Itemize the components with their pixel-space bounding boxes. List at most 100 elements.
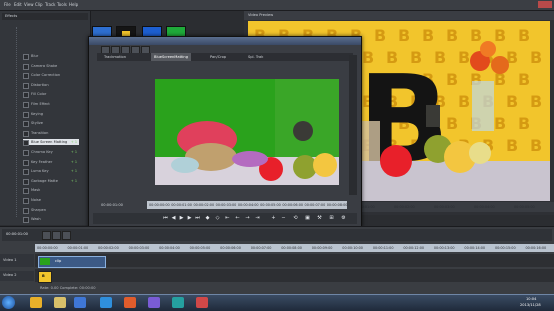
menu-help[interactable]: Help — [69, 2, 78, 8]
app3-icon[interactable] — [172, 297, 184, 308]
effect-item[interactable]: Keying — [23, 111, 79, 118]
go-end-icon[interactable]: ⏭ — [195, 215, 200, 221]
effect-item[interactable]: Mask — [23, 187, 79, 195]
tab-spl-trak[interactable]: Spl. Trak — [245, 53, 266, 61]
expand-icon[interactable] — [23, 121, 29, 128]
effect-window-scrollbar[interactable] — [349, 55, 357, 195]
snap-icon[interactable]: ⊞ — [329, 215, 334, 221]
preview-timebar-label: 00:00:03:00 — [434, 205, 455, 209]
effect-item-label: Distortion — [31, 82, 49, 87]
expand-icon[interactable] — [23, 178, 29, 185]
keyframe-remove-icon[interactable]: ◇ — [215, 215, 220, 221]
effect-keyframe-ruler[interactable]: 00:00:00:00 00:00:01:00 00:00:02:00 00:00:0… — [147, 201, 347, 209]
effect-item[interactable]: Transition — [23, 130, 79, 137]
expand-icon[interactable] — [23, 130, 29, 137]
expand-icon[interactable] — [23, 140, 29, 147]
close-icon[interactable] — [538, 1, 552, 8]
expand-icon[interactable] — [23, 111, 29, 118]
tab-pan-crop[interactable]: Pan/Crop — [207, 53, 229, 61]
video-track-1[interactable] — [35, 254, 554, 267]
last-key-icon[interactable]: ⇥ — [255, 215, 260, 221]
expand-icon[interactable] — [23, 82, 29, 89]
start-button[interactable] — [2, 296, 15, 309]
menu-tools[interactable]: Tools — [57, 2, 67, 8]
zoom-out-icon[interactable]: − — [281, 215, 286, 221]
expand-icon[interactable] — [23, 159, 29, 166]
next-key-icon[interactable]: → — [245, 215, 250, 221]
lock-icon[interactable]: ▣ — [305, 215, 310, 221]
timeline-ruler[interactable]: 00:00:00:00 00:00:01:00 00:00:02:00 00:00:0… — [35, 244, 554, 252]
first-key-icon[interactable]: ⇤ — [225, 215, 230, 221]
zoom-in-icon[interactable]: + — [271, 215, 276, 221]
next-frame-icon[interactable]: ▶ — [187, 215, 192, 221]
effect-item[interactable]: Sharpen — [23, 207, 79, 214]
settings-icon[interactable]: ⚙ — [341, 215, 346, 221]
effect-item-label: Chroma Key — [31, 150, 53, 154]
timeline-ruler-label: 00:00:09:00 — [311, 246, 333, 250]
expand-icon[interactable] — [23, 169, 29, 176]
svg-text:B: B — [470, 26, 482, 45]
media-player-icon[interactable] — [74, 297, 86, 308]
effect-item[interactable]: Blue Screen Matting + 1 — [23, 139, 79, 147]
effect-item[interactable]: Garbage Matte + 1 — [23, 178, 79, 185]
track2-label: Video 2 — [3, 273, 17, 277]
expand-icon[interactable] — [23, 198, 29, 204]
folder-icon[interactable] — [54, 297, 66, 308]
effect-item[interactable]: Blur — [23, 53, 79, 60]
tab-trackmotion[interactable]: Trackmotion — [101, 53, 129, 61]
timeline-ruler-label: 00:00:10:00 — [342, 246, 363, 250]
selection-tool-icon[interactable] — [62, 231, 71, 240]
effect-item[interactable]: Wash — [23, 216, 79, 224]
keyframe-add-icon[interactable]: ◆ — [205, 215, 210, 221]
effect-item[interactable]: Color Correction — [23, 72, 79, 80]
menu-clip[interactable]: Clip — [35, 2, 43, 8]
expand-icon[interactable] — [23, 63, 29, 70]
svg-text:B: B — [494, 26, 506, 45]
b-logo-letter: B — [42, 274, 45, 278]
track2-header[interactable]: Video 2 — [0, 271, 34, 281]
menu-view[interactable]: View — [24, 2, 34, 8]
preview-tab-title[interactable]: Video Preview — [248, 13, 273, 18]
effect-item[interactable]: Noise — [23, 197, 79, 204]
expand-icon[interactable] — [23, 188, 29, 195]
app-icon[interactable] — [124, 297, 136, 308]
expand-icon[interactable] — [23, 207, 29, 214]
edit-tool-icon[interactable] — [42, 231, 51, 240]
sync-icon[interactable]: ⟲ — [293, 215, 298, 221]
effect-item[interactable]: Fill Color — [23, 91, 79, 99]
b-logo-clip[interactable]: B — [38, 271, 52, 283]
expand-icon[interactable] — [23, 54, 29, 60]
play-icon[interactable]: ▶ — [179, 215, 184, 221]
effect-window-titlebar[interactable] — [89, 37, 361, 45]
preview-timebar-label: 00:00:04:00 — [474, 205, 495, 209]
expand-icon[interactable] — [23, 217, 29, 224]
video-clip[interactable]: clip — [38, 256, 106, 268]
menu-file[interactable]: File — [4, 2, 11, 8]
prev-key-icon[interactable]: ← — [235, 215, 240, 221]
prev-frame-icon[interactable]: ◀ — [171, 215, 176, 221]
browser-icon[interactable] — [100, 297, 112, 308]
app2-icon[interactable] — [148, 297, 160, 308]
expand-icon[interactable] — [23, 102, 29, 108]
expand-icon[interactable] — [23, 73, 29, 80]
tools-icon[interactable]: ⚒ — [317, 215, 322, 221]
tab-bluescreen-matting[interactable]: BlueScreenMatting — [151, 53, 191, 61]
effect-item[interactable]: Luma Key + 1 — [23, 168, 79, 176]
explorer-icon[interactable] — [30, 297, 42, 308]
go-start-icon[interactable]: ⏮ — [163, 215, 168, 221]
expand-icon[interactable] — [23, 92, 29, 99]
track1-header[interactable]: Video 1 — [0, 254, 34, 267]
expand-icon[interactable] — [23, 150, 29, 156]
menu-track[interactable]: Track — [45, 2, 55, 8]
video-track-2[interactable] — [35, 269, 554, 282]
envelope-tool-icon[interactable] — [52, 231, 61, 240]
effect-item[interactable]: Camera Shake — [23, 63, 79, 70]
app4-icon[interactable] — [196, 297, 208, 308]
effect-item-label: Garbage Matte — [31, 178, 58, 183]
effect-item[interactable]: Chroma Key + 1 — [23, 149, 79, 156]
effect-item[interactable]: Distortion — [23, 82, 79, 89]
effect-item[interactable]: Stylize — [23, 120, 79, 128]
effect-item[interactable]: Film Effect — [23, 101, 79, 108]
menu-edit[interactable]: Edit — [14, 2, 22, 8]
effect-item[interactable]: Key Feather + 1 — [23, 159, 79, 166]
